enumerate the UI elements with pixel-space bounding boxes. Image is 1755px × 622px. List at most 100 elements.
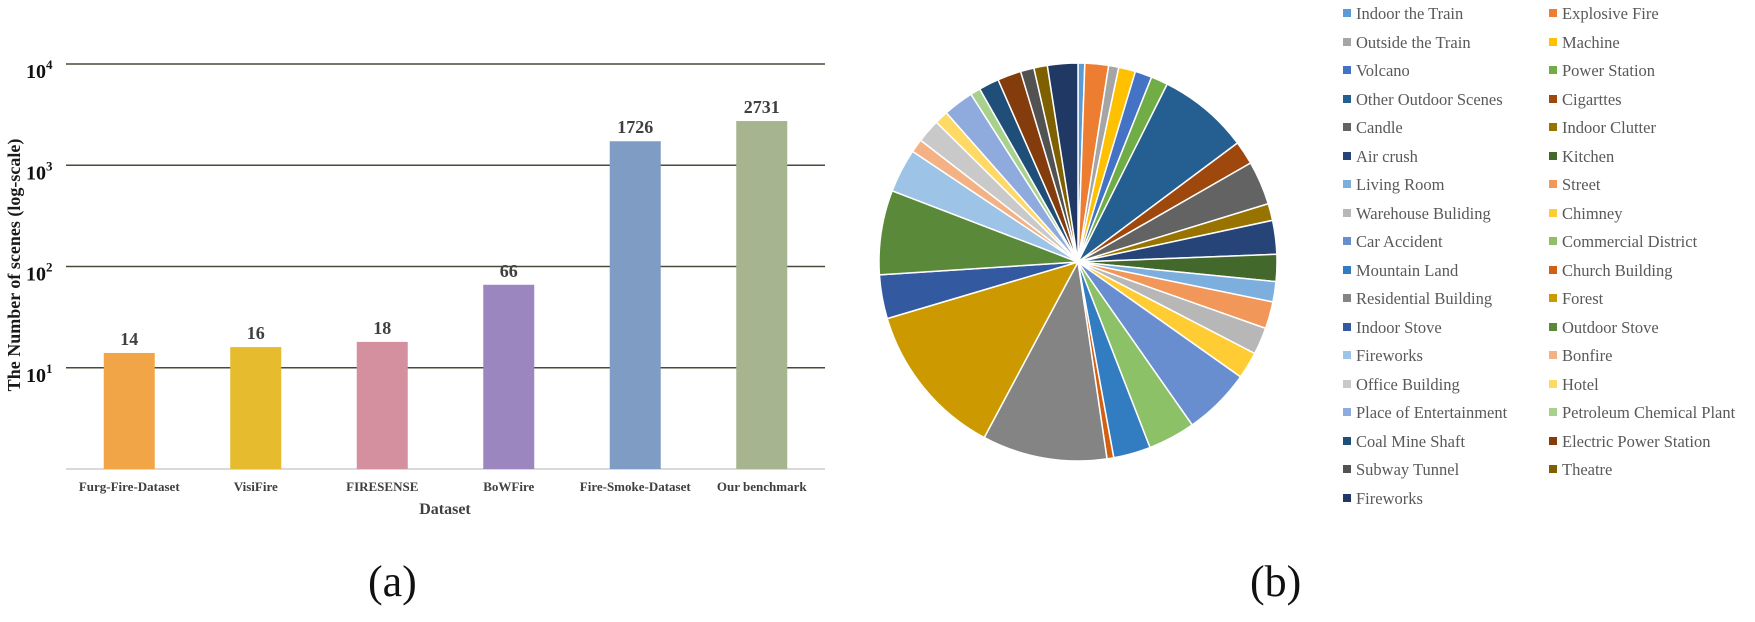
legend-label: Warehouse Buliding: [1356, 203, 1491, 223]
legend-swatch: [1343, 351, 1351, 359]
legend-item: Electric Power Station: [1549, 432, 1710, 452]
legend-label: Place of Entertainment: [1356, 403, 1508, 422]
bars: [103, 121, 788, 470]
legend-label: Mountain Land: [1356, 260, 1459, 280]
legend-label: Indoor Clutter: [1562, 118, 1656, 137]
legend-item: Coal Mine Shaft: [1343, 432, 1465, 452]
legend-swatch: [1343, 180, 1351, 188]
caption-a: (a): [368, 557, 417, 606]
legend-item: Street: [1549, 175, 1601, 195]
legend-item: Volcano: [1343, 61, 1410, 81]
y-tick-label: 103: [26, 158, 53, 184]
legend-swatch: [1343, 151, 1351, 160]
legend-swatch: [1549, 9, 1557, 17]
legend-label: Residential Building: [1356, 289, 1493, 308]
bar: [103, 352, 155, 469]
legend-label: Church Building: [1562, 260, 1673, 280]
legend-label: Power Station: [1562, 61, 1656, 80]
legend-label: Indoor the Train: [1356, 4, 1464, 23]
legend-label: Hotel: [1562, 374, 1599, 394]
legend-swatch: [1343, 9, 1351, 17]
legend-swatch: [1343, 379, 1351, 388]
legend-swatch: [1343, 94, 1351, 103]
legend-swatch: [1343, 436, 1351, 445]
legend-item: Chimney: [1549, 204, 1623, 224]
legend-item: Fireworks: [1343, 346, 1423, 366]
legend-item: Air crush: [1343, 147, 1418, 167]
legend-label: Car Accident: [1356, 232, 1443, 251]
bar: [356, 341, 408, 469]
legend-swatch: [1343, 208, 1351, 217]
legend-swatch: [1549, 123, 1557, 131]
legend-item: Fireworks: [1343, 489, 1423, 509]
bar: [483, 284, 535, 469]
legend-label: Commercial District: [1562, 232, 1698, 251]
legend-swatch: [1343, 294, 1351, 302]
legend-label: Other Outdoor Scenes: [1356, 89, 1503, 109]
legend-swatch: [1343, 465, 1351, 473]
legend-label: Subway Tunnel: [1356, 460, 1460, 479]
legend-label: Volcano: [1356, 61, 1410, 80]
pie-chart: [878, 62, 1278, 462]
data-labels: 14 16 18 66 1726 2731: [120, 97, 780, 349]
legend-swatch: [1549, 151, 1557, 160]
legend-item: Residential Building: [1343, 289, 1492, 309]
legend-item: Warehouse Buliding: [1343, 204, 1491, 224]
legend-label: Office Building: [1356, 374, 1460, 394]
legend-item: Theatre: [1549, 460, 1612, 480]
legend-swatch: [1343, 322, 1351, 331]
legend-label: Street: [1562, 175, 1601, 194]
data-label: 18: [373, 318, 391, 338]
legend-swatch: [1549, 322, 1557, 331]
legend-label: Forest: [1562, 289, 1604, 308]
data-label: 2731: [744, 97, 780, 117]
legend-item: Car Accident: [1343, 232, 1443, 252]
x-axis-title: Dataset: [419, 501, 471, 518]
legend-label: Machine: [1562, 32, 1620, 52]
legend-swatch: [1343, 123, 1351, 131]
legend-label: Living Room: [1356, 175, 1445, 194]
y-axis-title: The Number of scenes (log-scale): [4, 139, 25, 392]
legend-item: Indoor the Train: [1343, 4, 1463, 24]
legend-item: Forest: [1549, 289, 1603, 309]
legend-label: Chimney: [1562, 203, 1623, 223]
x-tick-label: FIRESENSE: [346, 479, 418, 494]
x-tick-label: BoWFire: [483, 479, 534, 494]
legend-swatch: [1549, 465, 1557, 473]
legend-swatch: [1549, 294, 1557, 302]
x-tick-label: Our benchmark: [717, 479, 807, 494]
legend-swatch: [1343, 237, 1351, 245]
legend-label: Cigarttes: [1562, 89, 1622, 109]
legend-item: Power Station: [1549, 61, 1655, 81]
legend-label: Coal Mine Shaft: [1356, 431, 1466, 451]
caption-b: (b): [1250, 557, 1302, 606]
bar-chart: 101 102 103 104 14 16 18 66 1726 2731 Furg-Fire-…: [4, 57, 825, 518]
legend-label: Fireworks: [1356, 488, 1423, 508]
legend-item: Kitchen: [1549, 147, 1614, 167]
legend-item: Other Outdoor Scenes: [1343, 90, 1503, 110]
data-label: 14: [120, 329, 138, 349]
legend-item: Explosive Fire: [1549, 4, 1659, 24]
bar: [609, 141, 661, 469]
legend-item: Outside the Train: [1343, 33, 1471, 53]
legend-item: Machine: [1549, 33, 1620, 53]
legend-item: Church Building: [1549, 261, 1672, 281]
legend-label: Kitchen: [1562, 146, 1615, 166]
x-tick-label: Furg-Fire-Dataset: [79, 479, 181, 494]
pie-slices: [878, 62, 1278, 462]
y-tick-label: 104: [26, 57, 53, 83]
bar: [230, 347, 282, 469]
legend-item: Indoor Stove: [1343, 318, 1442, 338]
x-tick-label: Fire-Smoke-Dataset: [580, 479, 692, 494]
legend-swatch: [1549, 436, 1557, 445]
data-label: 1726: [617, 117, 653, 137]
x-axis-tick-labels: Furg-Fire-Dataset VisiFire FIRESENSE BoWFir…: [79, 479, 808, 494]
legend-item: Place of Entertainment: [1343, 403, 1507, 423]
legend-item: Office Building: [1343, 375, 1460, 395]
x-tick-label: VisiFire: [234, 479, 278, 494]
gridlines: [66, 63, 825, 369]
legend-swatch: [1549, 94, 1557, 103]
legend-label: Theatre: [1562, 460, 1613, 479]
legend-swatch: [1549, 265, 1557, 274]
legend-item: Hotel: [1549, 375, 1599, 395]
